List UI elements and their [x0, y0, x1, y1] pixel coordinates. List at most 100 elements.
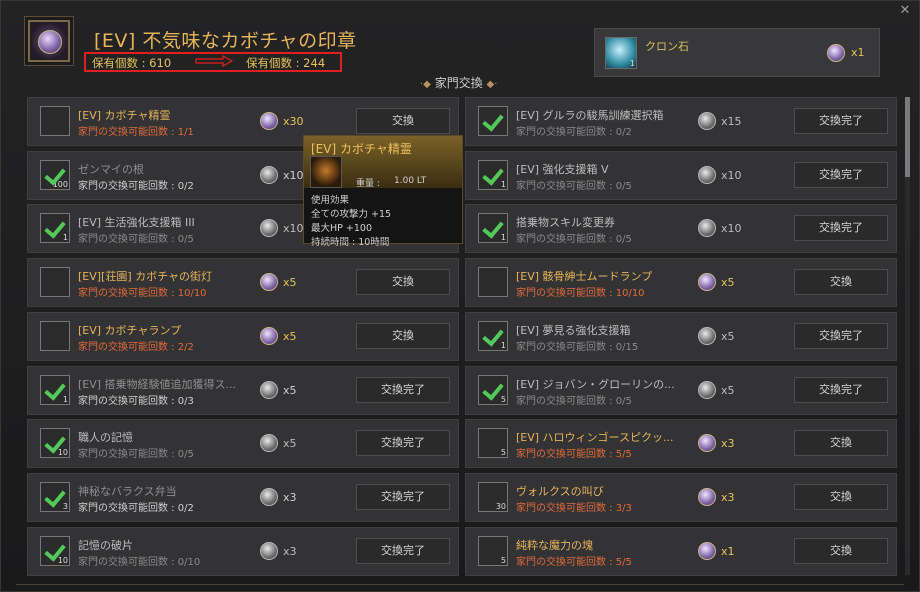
exchange-limit: 家門の交換可能回数 : 10/10 — [516, 288, 645, 300]
exchange-button[interactable]: 交換完了 — [356, 430, 450, 457]
bottom-divider — [16, 584, 904, 585]
exchange-row: 5 [EV] ハロウィンゴースピクッ... 家門の交換可能回数 : 5/5 x3 交換 — [465, 419, 897, 469]
item-cost: x5 — [283, 276, 297, 290]
exchange-limit: 家門の交換可能回数 : 0/2 — [78, 502, 194, 514]
item-name: [EV] 夢見る強化支援箱 — [516, 323, 631, 337]
exchange-limit: 家門の交換可能回数 : 0/5 — [516, 234, 632, 246]
cron-stone-icon: 1 — [605, 37, 637, 69]
item-cost: x5 — [721, 383, 735, 397]
exchange-row: 30 ヴォルクスの叫び 家門の交換可能回数 : 3/3 x3 交換 — [465, 472, 897, 522]
item-name: [EV] 骸骨紳士ムードランプ — [516, 270, 653, 284]
seal-coin-icon — [260, 487, 278, 506]
seal-coin-icon — [260, 165, 278, 184]
scrollbar-thumb[interactable] — [905, 97, 910, 177]
item-name: [EV] グルラの駿馬訓練選択箱 — [516, 109, 664, 122]
exchange-row: [EV] カボチャランプ 家門の交換可能回数 : 2/2 x5 交換 — [27, 311, 459, 361]
exchange-limit: 家門の交換可能回数 : 0/5 — [78, 449, 194, 461]
exchange-limit: 家門の交換可能回数 : 3/3 — [516, 502, 632, 514]
exchange-button[interactable]: 交換 — [356, 269, 450, 296]
exchange-button[interactable]: 交換 — [356, 108, 450, 134]
exchange-button[interactable]: 交換完了 — [794, 108, 888, 134]
exchange-button[interactable]: 交換完了 — [794, 376, 888, 403]
seal-coin-icon — [260, 380, 278, 399]
item-name: 搭乗物スキル変更券 — [516, 216, 615, 230]
exchange-button[interactable]: 交換 — [794, 537, 888, 564]
item-icon: 1 — [478, 320, 508, 351]
exchange-button[interactable]: 交換完了 — [794, 215, 888, 242]
exchange-row: 10 職人の記憶家門の交換可能回数 : 0/5 x5 交換完了 — [27, 419, 459, 469]
item-cost: x3 — [721, 490, 735, 504]
item-name: [EV] ハロウィンゴースピクッ... — [516, 431, 674, 445]
exchange-button[interactable]: 交換 — [794, 483, 888, 510]
item-icon: 30 — [478, 481, 508, 512]
exchange-limit: 家門の交換可能回数 : 0/5 — [516, 395, 632, 407]
owned-count-before: 保有個数 : 610 — [92, 56, 172, 70]
exchange-limit: 家門の交換可能回数 : 0/15 — [516, 341, 639, 353]
tooltip-weight-value: 1.00 LT — [394, 176, 427, 186]
seal-coin-icon — [698, 326, 716, 345]
item-cost: x10 — [721, 168, 742, 182]
pumpkin-spirit-icon — [310, 156, 342, 188]
item-cost: x5 — [721, 276, 735, 290]
exchange-limit: 家門の交換可能回数 : 5/5 — [516, 556, 632, 568]
item-cost: x3 — [283, 544, 297, 558]
item-name: [EV][荘園] カボチャの街灯 — [78, 270, 213, 284]
item-name: 職人の記憶 — [78, 431, 133, 445]
exchange-row: [EV] 骸骨紳士ムードランプ 家門の交換可能回数 : 10/10 x5 交換 — [465, 258, 897, 308]
material-name: クロン石 — [645, 40, 689, 53]
item-icon — [478, 267, 508, 298]
item-cost: x1 — [721, 544, 735, 558]
seal-coin-icon — [260, 541, 278, 560]
seal-coin-icon — [260, 434, 278, 453]
item-icon: 10 — [40, 428, 70, 459]
exchange-row: 10 記憶の破片家門の交換可能回数 : 0/10 x3 交換完了 — [27, 526, 459, 576]
item-cost: x15 — [721, 115, 742, 128]
exchange-row: 3 神秘なバラクス弁当 家門の交換可能回数 : 0/2 x3 交換完了 — [27, 472, 459, 522]
item-icon: 5 — [478, 428, 508, 459]
item-name: [EV] カボチャ精霊 — [78, 109, 171, 122]
exchange-button[interactable]: 交換完了 — [356, 537, 450, 564]
exchange-row: [EV] グルラの駿馬訓練選択箱 家門の交換可能回数 : 0/2 x15 交換完了 — [465, 97, 897, 146]
seal-coin-icon — [698, 273, 716, 292]
item-icon: 5 — [478, 374, 508, 405]
item-icon: 1 — [40, 374, 70, 405]
exchange-row: 5 純粋な魔力の塊 家門の交換可能回数 : 5/5 x1 交換 — [465, 526, 897, 576]
seal-icon — [28, 20, 70, 62]
scrollbar[interactable] — [905, 97, 910, 575]
item-cost: x5 — [283, 383, 297, 397]
item-cost: x5 — [283, 437, 297, 451]
exchange-button[interactable]: 交換完了 — [794, 161, 888, 188]
item-cost: x3 — [721, 437, 735, 451]
item-icon — [40, 106, 70, 136]
item-name: [EV] ジョバン・グローリンの... — [516, 377, 675, 391]
item-icon: 1 — [478, 159, 508, 190]
exchange-row: 1 [EV] 搭乗物経験値追加獲得ス... 家門の交換可能回数 : 0/3 x5 交換完… — [27, 365, 459, 415]
exchange-limit: 家門の交換可能回数 : 0/10 — [78, 556, 201, 568]
item-icon: 10 — [40, 535, 70, 566]
item-cost: x5 — [721, 329, 735, 343]
material-slot[interactable]: 1 クロン石 x1 — [594, 28, 880, 77]
item-name: [EV] 生活強化支援箱 III — [78, 216, 195, 230]
item-name: [EV] 搭乗物経験値追加獲得ス... — [78, 377, 237, 391]
item-name: [EV] カボチャランプ — [78, 323, 182, 337]
item-icon: 100 — [40, 159, 70, 190]
seal-coin-icon — [698, 380, 716, 399]
exchange-button[interactable]: 交換 — [794, 269, 888, 296]
section-title: 家門交換 — [434, 76, 483, 90]
exchange-button[interactable]: 交換完了 — [356, 376, 450, 403]
material-qty: x1 — [851, 46, 865, 59]
exchange-button[interactable]: 交換 — [356, 322, 450, 349]
tooltip-title: [EV] カボチャ精霊 — [311, 142, 412, 156]
section-header: ·◆ 家門交換 ◆· — [420, 76, 498, 90]
exchange-limit: 家門の交換可能回数 : 5/5 — [516, 449, 632, 461]
close-icon[interactable]: ✕ — [898, 4, 912, 18]
item-tooltip: [EV] カボチャ精霊 重量 : 1.00 LT 使用効果 全ての攻撃力 +15… — [303, 135, 463, 248]
seal-coin-icon — [260, 326, 278, 345]
tooltip-line-1: 全ての攻撃力 +15 — [311, 209, 392, 220]
exchange-button[interactable]: 交換完了 — [356, 483, 450, 510]
exchange-button[interactable]: 交換完了 — [794, 322, 888, 349]
exchange-button[interactable]: 交換 — [794, 430, 888, 457]
item-name: 記憶の破片 — [78, 538, 133, 552]
seal-coin-icon — [698, 112, 716, 130]
arrow-right-icon — [195, 55, 233, 67]
